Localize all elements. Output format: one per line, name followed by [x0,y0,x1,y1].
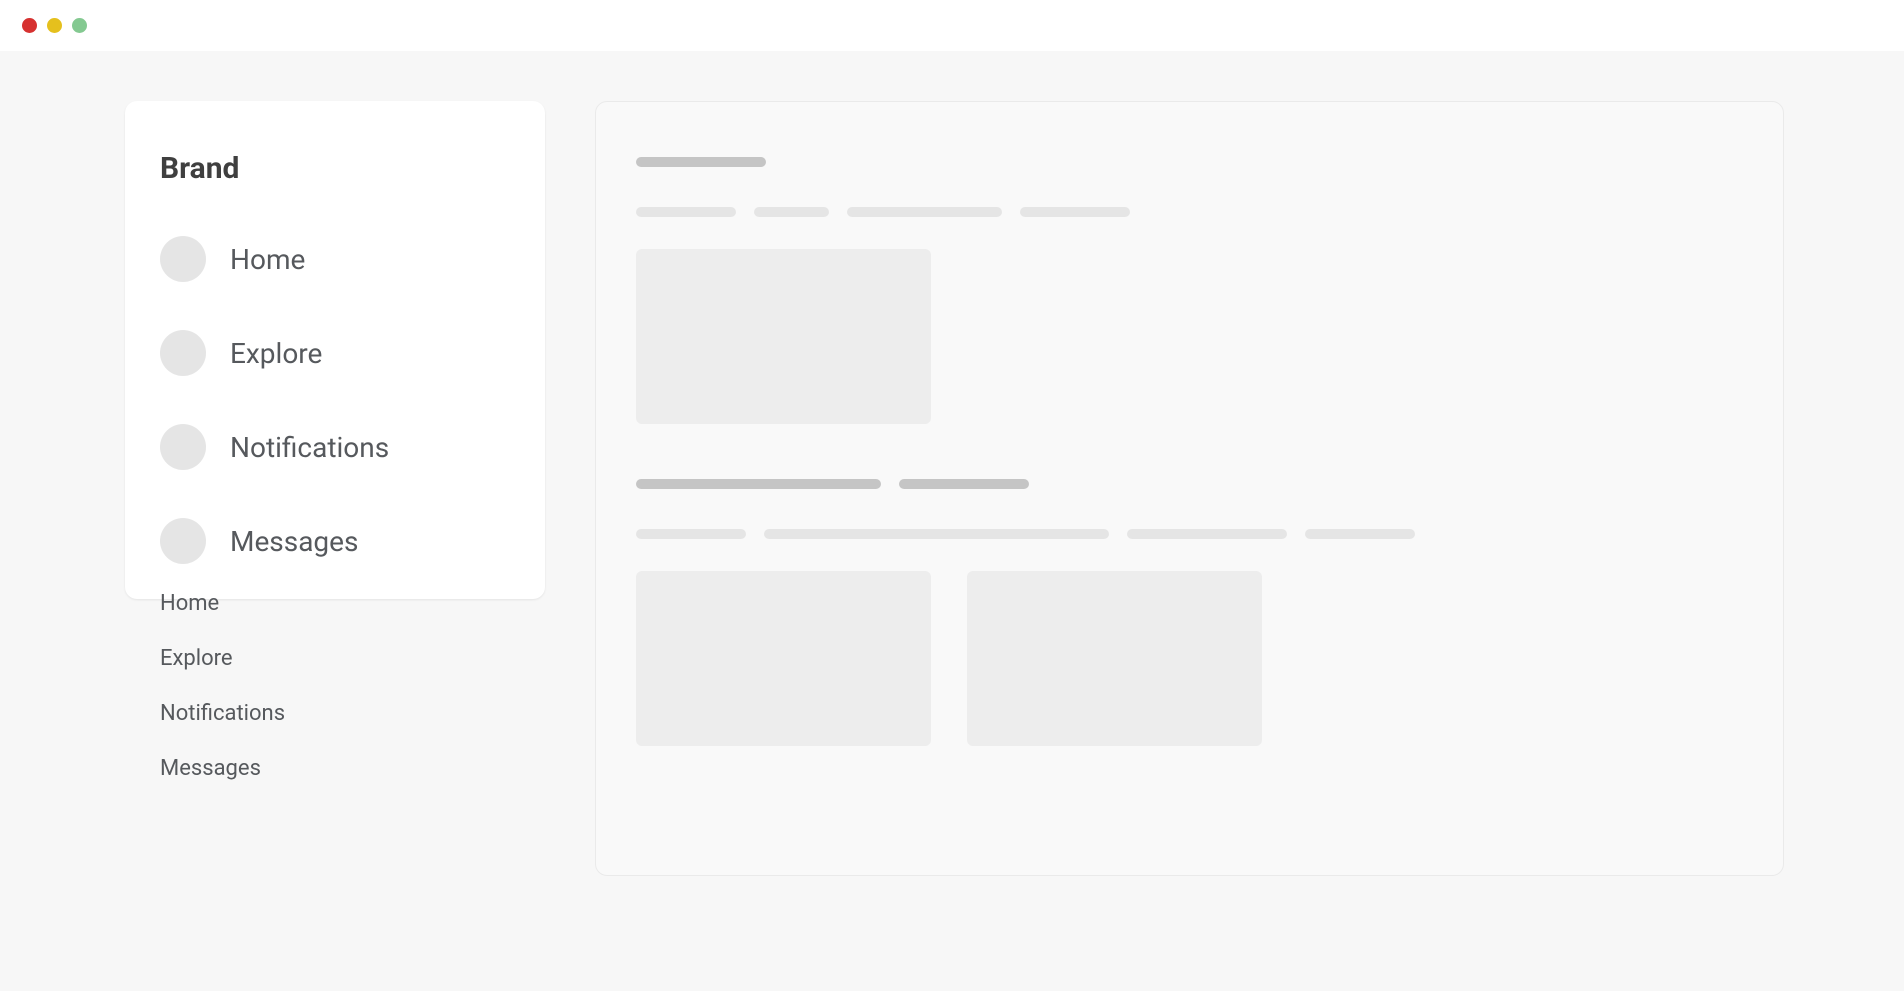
secondary-nav-explore[interactable]: Explore [160,646,285,671]
messages-icon [160,518,206,564]
nav-label: Notifications [230,431,389,464]
skeleton-bar [636,157,766,167]
nav-label: Messages [230,525,358,558]
skeleton-image [636,249,931,424]
secondary-nav-messages[interactable]: Messages [160,756,285,781]
minimize-window-icon[interactable] [47,18,62,33]
nav-label: Explore [230,337,322,370]
skeleton-bar [899,479,1029,489]
skeleton-bar [636,529,746,539]
maximize-window-icon[interactable] [72,18,87,33]
skeleton-bar [1020,207,1130,217]
explore-icon [160,330,206,376]
skeleton-image-row [636,249,1743,424]
skeleton-row [636,479,1743,489]
skeleton-block [636,157,1743,424]
home-icon [160,236,206,282]
page-background: Brand Home Explore Notifications Message… [0,51,1904,991]
nav-label: Home [230,243,305,276]
skeleton-bar [636,479,881,489]
secondary-nav-list: Home Explore Notifications Messages [160,591,285,781]
skeleton-row [636,157,1743,167]
skeleton-bar [847,207,1002,217]
skeleton-row [636,529,1743,539]
nav-list: Home Explore Notifications Messages [160,236,510,564]
notifications-icon [160,424,206,470]
secondary-nav-home[interactable]: Home [160,591,285,616]
nav-item-messages[interactable]: Messages [160,518,510,564]
close-window-icon[interactable] [22,18,37,33]
skeleton-bar [636,207,736,217]
skeleton-block [636,479,1743,746]
skeleton-bar [1127,529,1287,539]
skeleton-image-row [636,571,1743,746]
brand-title: Brand [160,151,510,186]
skeleton-image [967,571,1262,746]
skeleton-bar [764,529,1109,539]
window-controls [0,0,1904,51]
secondary-nav-notifications[interactable]: Notifications [160,701,285,726]
skeleton-bar [754,207,829,217]
nav-item-explore[interactable]: Explore [160,330,510,376]
nav-item-notifications[interactable]: Notifications [160,424,510,470]
main-content [595,101,1784,876]
skeleton-bar [1305,529,1415,539]
sidebar: Brand Home Explore Notifications Message… [125,101,545,599]
nav-item-home[interactable]: Home [160,236,510,282]
skeleton-row [636,207,1743,217]
skeleton-image [636,571,931,746]
